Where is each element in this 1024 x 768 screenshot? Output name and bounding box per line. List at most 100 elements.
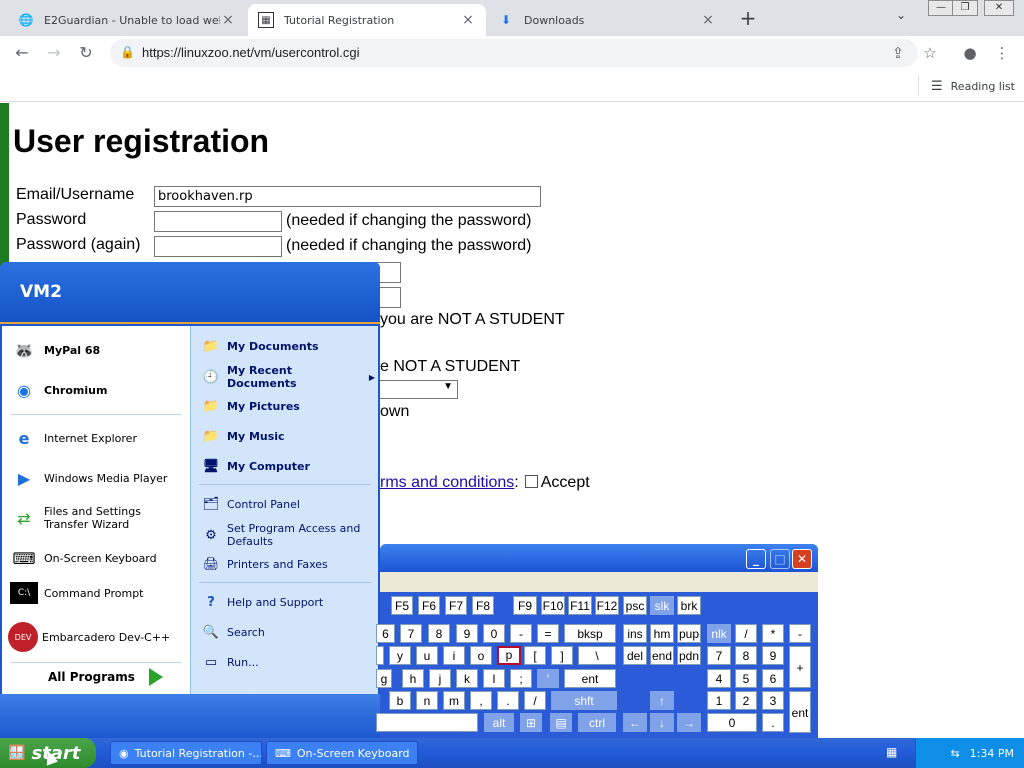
key[interactable]: F10 — [541, 596, 565, 615]
start-item-chromium[interactable]: ◉ Chromium — [8, 374, 107, 406]
key[interactable]: \ — [578, 646, 616, 665]
key[interactable]: k — [456, 669, 478, 688]
key[interactable]: 7 — [400, 624, 422, 643]
start-item-command-prompt[interactable]: C:\ Command Prompt — [8, 582, 144, 604]
start-item-help[interactable]: ? Help and Support — [199, 590, 375, 614]
new-tab-button[interactable]: + — [736, 6, 760, 30]
key[interactable]: o — [470, 646, 492, 665]
key[interactable]: ← — [623, 713, 647, 732]
key[interactable]: 2 — [735, 691, 757, 710]
key[interactable]: ' — [537, 669, 559, 688]
reading-list-button[interactable]: ☰ Reading list — [918, 76, 1015, 96]
key[interactable]: , — [470, 691, 492, 710]
chevron-down-icon[interactable]: ⌄ — [896, 8, 906, 22]
start-item-my-music[interactable]: 📁 My Music — [199, 424, 375, 448]
key[interactable]: / — [735, 624, 757, 643]
key[interactable]: ctrl — [578, 713, 616, 732]
start-item-media-player[interactable]: ▶ Windows Media Player — [8, 462, 168, 494]
osk-minimize-button[interactable]: _ — [746, 549, 766, 569]
start-item-my-computer[interactable]: 🖥 My Computer — [199, 454, 375, 478]
key[interactable]: 7 — [707, 646, 731, 665]
keyboard-tray-icon[interactable]: ▦ — [886, 745, 897, 759]
key[interactable]: F9 — [513, 596, 537, 615]
accept-checkbox[interactable] — [524, 475, 538, 488]
tab-e2guardian[interactable]: 🌐 E2Guardian - Unable to load websit × — [8, 4, 246, 36]
taskbar-item-tutorial[interactable]: ◉ Tutorial Registration -... — [110, 741, 262, 765]
key[interactable]: 4 — [707, 669, 731, 688]
key[interactable]: psc — [623, 596, 647, 615]
key[interactable]: / — [524, 691, 546, 710]
start-item-internet-explorer[interactable]: e Internet Explorer — [8, 422, 137, 454]
key[interactable]: pdn — [677, 646, 701, 665]
key[interactable]: → — [677, 713, 701, 732]
key[interactable]: 0 — [707, 713, 757, 732]
key[interactable]: h — [402, 669, 424, 688]
key[interactable]: nlk — [707, 624, 731, 643]
password-again-field[interactable] — [154, 236, 282, 257]
key[interactable]: F7 — [445, 596, 467, 615]
key[interactable]: 9 — [762, 646, 784, 665]
start-item-devcpp[interactable]: DEV Embarcadero Dev-C++ — [8, 622, 170, 652]
key[interactable] — [376, 646, 384, 665]
start-item-osk[interactable]: ⌨ On-Screen Keyboard — [8, 542, 156, 574]
terms-link[interactable]: rms and conditions — [380, 474, 514, 491]
close-icon[interactable]: × — [220, 12, 236, 28]
address-bar[interactable]: 🔒 https://linuxzoo.net/vm/usercontrol.cg… — [110, 39, 918, 67]
key[interactable]: F12 — [595, 596, 619, 615]
key[interactable]: [ — [524, 646, 546, 665]
key[interactable]: 6 — [762, 669, 784, 688]
key[interactable]: u — [416, 646, 438, 665]
key[interactable]: ↓ — [650, 713, 674, 732]
forward-icon[interactable]: → — [42, 41, 66, 65]
osk-close-button[interactable]: ✕ — [792, 549, 812, 569]
taskbar-item-osk[interactable]: ⌨ On-Screen Keyboard — [266, 741, 418, 765]
network-icon[interactable]: ⇆ — [950, 747, 959, 760]
key[interactable]: 0 — [483, 624, 505, 643]
key[interactable]: end — [650, 646, 674, 665]
start-item-search[interactable]: 🔍 Search — [199, 620, 375, 644]
start-item-printers[interactable]: 🖨 Printers and Faxes — [199, 552, 375, 576]
key[interactable]: 8 — [735, 646, 757, 665]
key[interactable]: b — [389, 691, 411, 710]
key[interactable]: j — [429, 669, 451, 688]
key[interactable]: y — [389, 646, 411, 665]
share-icon[interactable]: ⇪ — [886, 41, 910, 65]
tab-tutorial-registration[interactable]: ▦ Tutorial Registration × — [248, 4, 486, 36]
start-item-my-documents[interactable]: 📁 My Documents — [199, 334, 375, 358]
key[interactable]: shft — [551, 691, 617, 710]
start-item-transfer-wizard[interactable]: ⇄ Files and Settings Transfer Wizard — [8, 502, 186, 534]
space-key[interactable] — [376, 713, 478, 732]
key[interactable]: g — [376, 669, 392, 688]
key[interactable]: F5 — [391, 596, 413, 615]
restore-button[interactable]: ❐ — [952, 0, 978, 16]
all-programs-button[interactable]: All Programs — [48, 668, 163, 686]
clock[interactable]: 1:34 PM — [970, 747, 1014, 760]
menu-key[interactable]: ▤ — [550, 713, 572, 732]
key[interactable]: bksp — [564, 624, 616, 643]
key[interactable]: . — [762, 713, 784, 732]
minimize-button[interactable]: — — [928, 0, 954, 16]
windows-key[interactable]: ⊞ — [520, 713, 542, 732]
key[interactable]: ent — [789, 691, 811, 733]
key[interactable]: - — [510, 624, 532, 643]
start-item-control-panel[interactable]: 🗂 Control Panel — [199, 492, 375, 516]
key[interactable]: ] — [551, 646, 573, 665]
key[interactable]: F11 — [568, 596, 592, 615]
start-item-program-access[interactable]: ⚙ Set Program Access and Defaults — [199, 522, 375, 548]
key[interactable]: i — [443, 646, 465, 665]
key[interactable]: ins — [623, 624, 647, 643]
email-field[interactable]: brookhaven.rp — [154, 186, 541, 207]
key[interactable]: 5 — [735, 669, 757, 688]
key[interactable]: ↑ — [650, 691, 674, 710]
close-icon[interactable]: × — [700, 12, 716, 28]
start-item-my-pictures[interactable]: 📁 My Pictures — [199, 394, 375, 418]
key[interactable]: ent — [564, 669, 616, 688]
key[interactable]: 1 — [707, 691, 731, 710]
tab-downloads[interactable]: ⬇ Downloads × — [488, 4, 726, 36]
key[interactable]: 8 — [428, 624, 450, 643]
key[interactable]: = — [537, 624, 559, 643]
key[interactable]: hm — [650, 624, 674, 643]
key[interactable]: 9 — [456, 624, 478, 643]
close-window-button[interactable]: ✕ — [984, 0, 1014, 16]
key[interactable]: l — [483, 669, 505, 688]
